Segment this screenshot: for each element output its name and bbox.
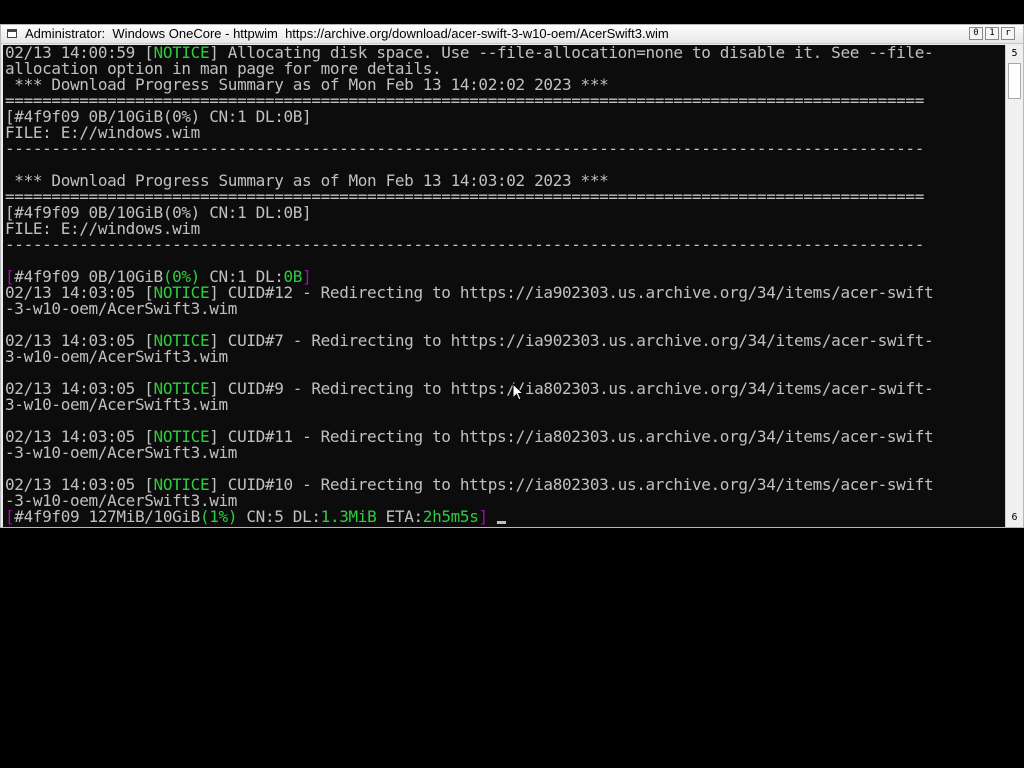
- console-segment: 2h5m5s: [422, 507, 479, 526]
- console-segment: ETA:: [376, 507, 423, 526]
- console-segment: 3-w10-oem/AcerSwift3.wim: [5, 347, 228, 366]
- console-segment: ]: [478, 507, 488, 526]
- minimize-button[interactable]: 0: [969, 27, 983, 40]
- mouse-pointer-icon: [512, 383, 524, 401]
- console-text: 02/13 14:00:59 [NOTICE] Allocating disk …: [5, 45, 934, 525]
- console-line: 3-w10-oem/AcerSwift3.wim: [5, 349, 933, 365]
- window-title: Administrator: Windows OneCore - httpwim…: [25, 26, 669, 41]
- console-segment: (1%): [199, 507, 238, 526]
- console-segment: 3-w10-oem/AcerSwift3.wim: [5, 395, 228, 414]
- console-line: -3-w10-oem/AcerSwift3.wim: [5, 301, 933, 317]
- console-line: -3-w10-oem/AcerSwift3.wim: [5, 445, 933, 461]
- maximize-button[interactable]: 1: [985, 27, 999, 40]
- console-segment: ] CUID#9 - Redirecting to https://ia8023…: [209, 379, 934, 398]
- scrollbar-thumb[interactable]: [1008, 63, 1021, 99]
- vertical-scrollbar[interactable]: 5 6: [1005, 45, 1023, 527]
- scroll-down-button[interactable]: 6: [1007, 511, 1022, 525]
- console-line: ----------------------------------------…: [5, 141, 933, 157]
- title-bar[interactable]: Administrator: Windows OneCore - httpwim…: [1, 25, 1023, 44]
- console-segment: #4f9f09 127MiB/10GiB: [14, 507, 200, 526]
- console-line: [#4f9f09 127MiB/10GiB(1%) CN:5 DL:1.3MiB…: [5, 509, 933, 525]
- scroll-up-button[interactable]: 5: [1007, 47, 1022, 61]
- console-segment: [: [5, 507, 15, 526]
- console-window: Administrator: Windows OneCore - httpwim…: [0, 24, 1024, 528]
- close-button[interactable]: r: [1001, 27, 1015, 40]
- console-segment: ] CUID#7 - Redirecting to https://ia9023…: [209, 331, 934, 350]
- console-segment: ] CUID#12 - Redirecting to https://ia902…: [209, 283, 934, 302]
- console-segment: ] CUID#11 - Redirecting to https://ia802…: [209, 427, 934, 446]
- console-segment: 1.3MiB: [320, 507, 377, 526]
- console-line: 3-w10-oem/AcerSwift3.wim: [5, 397, 933, 413]
- console-segment: CN:5 DL:: [237, 507, 321, 526]
- console-segment: ----------------------------------------…: [5, 139, 924, 158]
- console-segment: ] CUID#10 - Redirecting to https://ia802…: [209, 475, 934, 494]
- console-segment: -3-w10-oem/AcerSwift3.wim: [5, 443, 238, 462]
- console-line: ----------------------------------------…: [5, 237, 933, 253]
- console-window-icon[interactable]: [7, 29, 17, 38]
- console-segment: ----------------------------------------…: [5, 235, 924, 254]
- console-output[interactable]: 02/13 14:00:59 [NOTICE] Allocating disk …: [3, 45, 1005, 527]
- text-cursor: [497, 521, 507, 524]
- console-segment: -3-w10-oem/AcerSwift3.wim: [5, 299, 238, 318]
